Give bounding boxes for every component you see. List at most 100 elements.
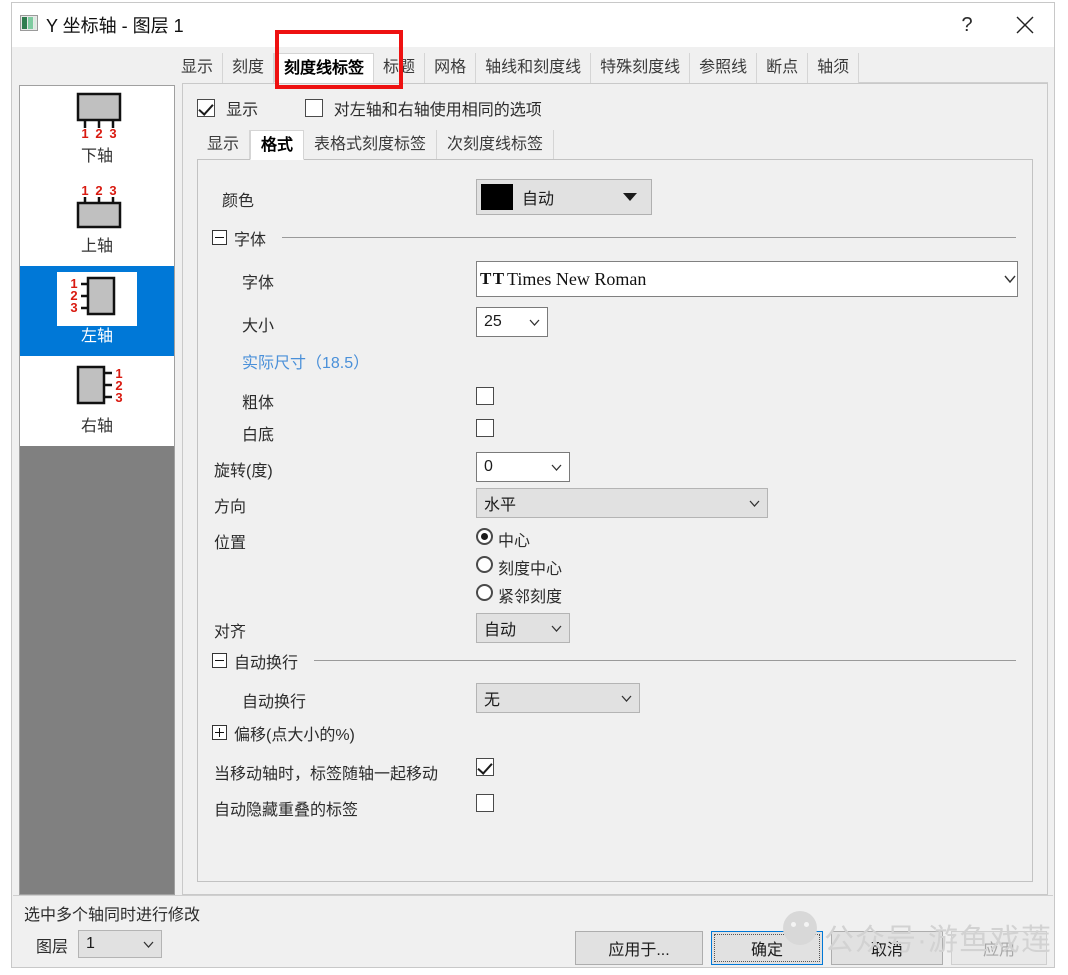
- apply-to-button[interactable]: 应用于...: [575, 931, 703, 965]
- tab-special-ticks[interactable]: 特殊刻度线: [591, 53, 691, 83]
- tab-scale[interactable]: 刻度: [223, 53, 275, 83]
- position-option-label: 紧邻刻度: [498, 589, 563, 606]
- inner-tab-format[interactable]: 格式: [250, 130, 305, 160]
- move-with-axis-row: 当移动轴时，标签随轴一起移动: [198, 755, 1032, 785]
- bold-row: 粗体: [198, 384, 1032, 414]
- color-row: 颜色 自动: [198, 179, 1032, 215]
- font-label: 字体: [242, 275, 275, 292]
- font-combo[interactable]: T T Times New Roman: [476, 261, 1018, 297]
- color-value: 自动: [522, 191, 555, 208]
- actual-size-link[interactable]: 实际尺寸（18.5）: [242, 349, 369, 373]
- direction-combo[interactable]: 水平: [476, 488, 768, 518]
- font-T-icon: T T: [479, 269, 505, 288]
- chevron-down-icon: [1003, 274, 1017, 284]
- inner-tab-display[interactable]: 显示: [197, 130, 251, 160]
- inner-tab-table-labels[interactable]: 表格式刻度标签: [304, 130, 438, 160]
- tab-grid[interactable]: 网格: [425, 53, 477, 83]
- auto-hide-overlap-checkbox[interactable]: [476, 794, 494, 812]
- position-radio-tick-center[interactable]: [476, 556, 493, 573]
- help-icon: ?: [961, 13, 973, 36]
- same-options-label: 对左轴和右轴使用相同的选项: [333, 102, 542, 119]
- offset-group-header: 偏移(点大小的%): [198, 723, 1032, 745]
- axis-tabstrip: 显示 刻度 刻度线标签 标题 网格 轴线和刻度线 特殊刻度线 参照线 断点 轴须: [172, 53, 1048, 83]
- close-button[interactable]: [996, 3, 1054, 47]
- wrap-group-header: 自动换行: [198, 651, 1032, 673]
- svg-text:2: 2: [95, 126, 102, 140]
- move-with-axis-checkbox[interactable]: [476, 758, 494, 776]
- offset-group-expand-toggle[interactable]: [212, 725, 227, 740]
- font-value: Times New Roman: [507, 268, 647, 289]
- font-row: 字体 T T Times New Roman: [198, 261, 1032, 297]
- chevron-down-icon: [613, 694, 639, 703]
- align-combo[interactable]: 自动: [476, 613, 570, 643]
- tab-breaks[interactable]: 断点: [757, 53, 809, 83]
- chevron-down-icon: [521, 318, 547, 327]
- wrap-value: 无: [484, 692, 501, 709]
- white-background-label: 白底: [242, 427, 275, 444]
- tab-title[interactable]: 标题: [374, 53, 426, 83]
- font-group-title: 字体: [234, 232, 267, 249]
- chevron-down-icon: [623, 193, 637, 201]
- color-label: 颜色: [222, 193, 255, 210]
- wrap-group-collapse-toggle[interactable]: [212, 653, 227, 668]
- watermark-text: 公众号·游鱼戏莲: [824, 924, 1052, 957]
- align-label: 对齐: [214, 624, 247, 641]
- rotation-label: 旋转(度): [214, 463, 273, 480]
- svg-text:1: 1: [81, 126, 88, 140]
- position-radio-next-to-tick[interactable]: [476, 584, 493, 601]
- svg-text:1: 1: [81, 183, 88, 198]
- size-value: 25: [484, 313, 502, 330]
- sidebar-item-label: 下轴: [80, 148, 113, 165]
- position-row: 位置 中心 刻度中心 紧邻刻度: [198, 524, 1032, 614]
- sidebar-item-label: 左轴: [80, 328, 113, 345]
- size-row: 大小 25: [198, 307, 1032, 337]
- position-option-label: 中心: [498, 533, 531, 550]
- align-value: 自动: [484, 622, 517, 639]
- svg-text:3: 3: [109, 183, 116, 198]
- inner-tab-minor-labels[interactable]: 次刻度线标签: [437, 130, 555, 160]
- sidebar-item-top-axis[interactable]: 1 2 3 上轴: [20, 176, 174, 266]
- chevron-down-icon: [543, 624, 569, 633]
- chevron-down-icon: [741, 499, 767, 508]
- color-combo[interactable]: 自动: [476, 179, 652, 215]
- same-options-checkbox[interactable]: [304, 99, 323, 117]
- tab-reference-line[interactable]: 参照线: [690, 53, 758, 83]
- title-bar: Y 坐标轴 - 图层 1 ?: [12, 3, 1054, 47]
- chevron-down-icon: [543, 463, 569, 472]
- direction-row: 方向 水平: [198, 488, 1032, 518]
- window-title: Y 坐标轴 - 图层 1: [46, 16, 184, 36]
- tab-axis-ticks[interactable]: 轴线和刻度线: [476, 53, 592, 83]
- position-radio-center[interactable]: [476, 528, 493, 545]
- svg-text:3: 3: [70, 300, 77, 315]
- svg-text:2: 2: [95, 183, 102, 198]
- auto-hide-overlap-row: 自动隐藏重叠的标签: [198, 791, 1032, 821]
- sidebar-item-left-axis[interactable]: 1 2 3 左轴: [20, 266, 174, 356]
- svg-text:3: 3: [109, 126, 116, 140]
- help-button[interactable]: ?: [938, 3, 996, 47]
- tab-whiskers[interactable]: 轴须: [808, 53, 860, 83]
- offset-group-title: 偏移(点大小的%): [234, 727, 355, 744]
- wrap-combo[interactable]: 无: [476, 683, 640, 713]
- sidebar-item-label: 右轴: [80, 418, 113, 435]
- direction-label: 方向: [214, 499, 247, 516]
- rotation-combo[interactable]: 0: [476, 452, 570, 482]
- bold-checkbox[interactable]: [476, 387, 494, 405]
- watermark-logo: [783, 911, 817, 945]
- white-background-row: 白底: [198, 416, 1032, 446]
- axis-bottom-icon: 1 2 3: [60, 92, 134, 141]
- footer-divider: [13, 895, 1053, 896]
- auto-hide-overlap-label: 自动隐藏重叠的标签: [214, 802, 359, 819]
- white-background-checkbox[interactable]: [476, 419, 494, 437]
- tab-display[interactable]: 显示: [172, 53, 224, 83]
- axis-list[interactable]: 1 2 3 下轴 1 2 3 上轴 1 2 3 左轴 1 2 3 右轴: [19, 85, 175, 895]
- position-option-label: 刻度中心: [498, 561, 563, 578]
- axis-top-icon: 1 2 3: [60, 182, 134, 230]
- sidebar-item-right-axis[interactable]: 1 2 3 右轴: [20, 356, 174, 446]
- show-checkbox[interactable]: [197, 99, 215, 117]
- sidebar-item-bottom-axis[interactable]: 1 2 3 下轴: [20, 86, 174, 176]
- font-group-rule: [282, 237, 1016, 238]
- tab-tick-labels[interactable]: 刻度线标签: [274, 53, 375, 83]
- font-group-collapse-toggle[interactable]: [212, 230, 227, 245]
- axis-dialog: Y 坐标轴 - 图层 1 ? 显示 刻度 刻度线标签 标题 网格 轴线和刻度线 …: [11, 2, 1055, 968]
- size-combo[interactable]: 25: [476, 307, 548, 337]
